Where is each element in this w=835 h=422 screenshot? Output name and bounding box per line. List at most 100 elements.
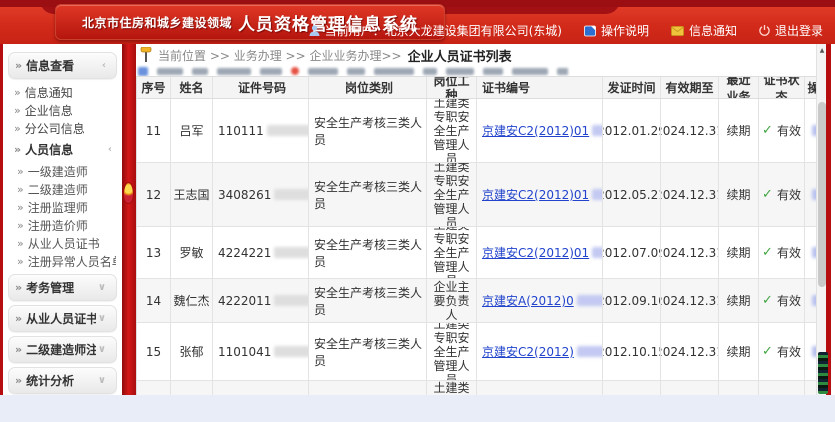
redacted-blob: [446, 68, 474, 75]
redacted-cert-blob: [592, 189, 603, 200]
valid-check-icon: ✓: [762, 293, 773, 308]
cert-prefix: 京建安C2(2012): [482, 343, 574, 360]
sidebar-item[interactable]: »注册异常人员名单: [3, 252, 122, 270]
redacted-id-blob: [274, 189, 309, 200]
sidebar-item[interactable]: »二级建造师: [3, 180, 122, 198]
chevron-down-icon: ∨: [98, 375, 106, 386]
redacted-blob: [291, 67, 299, 75]
cell-action: [805, 99, 816, 162]
table-row: 15张郁1101041安全生产考核三类人员土建类专职安全生产管理人员京建安C2(…: [137, 323, 816, 381]
redacted-blob: [308, 68, 338, 75]
cell-category: 安全生产考核三类人员: [309, 323, 427, 380]
redacted-blob: [217, 68, 251, 75]
cell-issue-date: 2012.05.21: [603, 163, 661, 226]
cell-recent-business: 续期: [719, 279, 759, 322]
sidebar-item[interactable]: »信息查看‹: [8, 52, 117, 79]
certificate-link[interactable]: 京建安C2(2012): [482, 343, 603, 360]
sidebar-item-label: 注册异常人员名单: [28, 253, 116, 270]
valid-check-icon: ✓: [762, 344, 773, 359]
cell-expire-date: 2024.12.31: [661, 163, 719, 226]
cell-expire-date: 2024.12.31: [661, 323, 719, 380]
cell-seq: 15: [137, 323, 171, 380]
sidebar-item-label: 二级建造师: [28, 181, 116, 198]
column-header: 证书状态: [759, 77, 805, 98]
scroll-up-arrow[interactable]: ▲: [817, 45, 826, 55]
logout-link[interactable]: 退出登录: [759, 22, 823, 39]
column-header: 岗位工种: [427, 77, 477, 98]
redacted-cert-blob: [577, 295, 603, 306]
cell-id-number: 3408261: [213, 163, 309, 226]
sidebar-item[interactable]: »考务管理∨: [8, 274, 117, 301]
certificate-link[interactable]: 京建安C2(2012)01: [482, 122, 603, 139]
redacted-blob: [347, 68, 365, 75]
cell-seq: 12: [137, 163, 171, 226]
sidebar-item[interactable]: »分公司信息: [3, 119, 122, 137]
vertical-scrollbar[interactable]: ▲ ▼: [816, 44, 826, 395]
sidebar-item[interactable]: »从业人员证书: [3, 234, 122, 252]
user-icon: [309, 25, 320, 37]
status-label: 有效: [777, 292, 801, 309]
cell-category: [309, 381, 427, 395]
sidebar-item-label: 信息查看: [26, 57, 100, 74]
double-chevron-icon: »: [17, 165, 24, 178]
help-link[interactable]: 操作说明: [584, 22, 649, 39]
cell-action: [805, 381, 816, 395]
cell-job-type: 土建类专职安全生产管理人员: [427, 227, 477, 278]
redacted-id-blob: [274, 247, 309, 258]
cell-cert-number: 京建安C2(2012)01: [477, 227, 603, 278]
scrollbar-thumb[interactable]: [818, 102, 826, 287]
sidebar-item[interactable]: »统计分析∨: [8, 367, 117, 394]
certificate-link[interactable]: 京建安C2(2012)01: [482, 186, 603, 203]
cert-prefix: 京建安C2(2012)01: [482, 244, 589, 261]
cell-job-type: 土建类专职安全生产管理人员: [427, 323, 477, 380]
tassel-decoration: [123, 182, 134, 204]
sidebar-item[interactable]: »从业人员证书管理∨: [8, 305, 117, 332]
redacted-blob: [157, 68, 183, 75]
certificate-link[interactable]: 京建安C2(2012)01: [482, 244, 603, 261]
cell-cert-number: 京建安A(2012)0: [477, 279, 603, 322]
cell-category: 安全生产考核三类人员: [309, 227, 427, 278]
cell-cert-number: 京建安C2(2012): [477, 323, 603, 380]
cell-status: ✓ 有效: [759, 279, 805, 322]
double-chevron-icon: »: [17, 219, 24, 232]
cert-prefix: 京建安C2(2012)01: [482, 122, 589, 139]
double-chevron-icon: »: [14, 143, 21, 156]
sidebar-item-label: 分公司信息: [25, 120, 116, 137]
bottom-right-widget: [818, 352, 828, 394]
sidebar-item[interactable]: »信息通知: [3, 83, 122, 101]
sidebar-item[interactable]: »人员信息‹: [3, 137, 122, 162]
sidebar-item[interactable]: » 一级建造师: [3, 162, 122, 180]
double-chevron-icon: »: [14, 104, 21, 117]
cell-expire-date: 2024.12.31: [661, 99, 719, 162]
sidebar-item-label: 企业信息: [25, 102, 116, 119]
cell-job-type: 土建类专职安全生产管理人员: [427, 163, 477, 226]
cell-job-type: 土建类专职安全生产管理人员: [427, 381, 477, 395]
cell-id-number: 1101041: [213, 323, 309, 380]
power-icon: [759, 25, 770, 36]
id-prefix: 4222011: [218, 294, 271, 308]
notice-link-label: 信息通知: [689, 22, 737, 39]
cell-name: 张郁: [171, 323, 213, 380]
sidebar-item[interactable]: »注册造价师: [3, 216, 122, 234]
sidebar-item[interactable]: »注册监理师: [3, 198, 122, 216]
cell-name: [171, 381, 213, 395]
cell-id-number: 4224221: [213, 227, 309, 278]
sidebar-item[interactable]: » 企业信息: [3, 101, 122, 119]
double-chevron-icon: »: [15, 59, 22, 72]
breadcrumb-path[interactable]: 当前位置 >> 业务办理 >> 企业业务办理>>: [158, 47, 402, 64]
cell-status: ✓有效: [759, 163, 805, 226]
cell-seq: 13: [137, 227, 171, 278]
chevron-down-icon: ∨: [98, 313, 106, 324]
chevron-down-icon: ∨: [98, 282, 106, 293]
current-user-label: 当前用户：北京大龙建设集团有限公司(东城): [325, 22, 562, 39]
sidebar-item-label: 从业人员证书: [28, 235, 116, 252]
cell-name: 魏仁杰: [171, 279, 213, 322]
cell-name: 吕军: [171, 99, 213, 162]
redacted-cert-blob: [577, 346, 603, 357]
sidebar-item[interactable]: »二级建造师注册∨: [8, 336, 117, 363]
sidebar-item-label: 一级建造师: [28, 163, 116, 180]
notice-link[interactable]: 信息通知: [671, 22, 737, 39]
certificate-link[interactable]: 京建安A(2012)0: [482, 292, 603, 309]
table-row: 14魏仁杰4222011安全生产考核三类人员企业主要负责人京建安A(2012)0…: [137, 279, 816, 323]
column-header: 证件号码: [213, 77, 309, 98]
